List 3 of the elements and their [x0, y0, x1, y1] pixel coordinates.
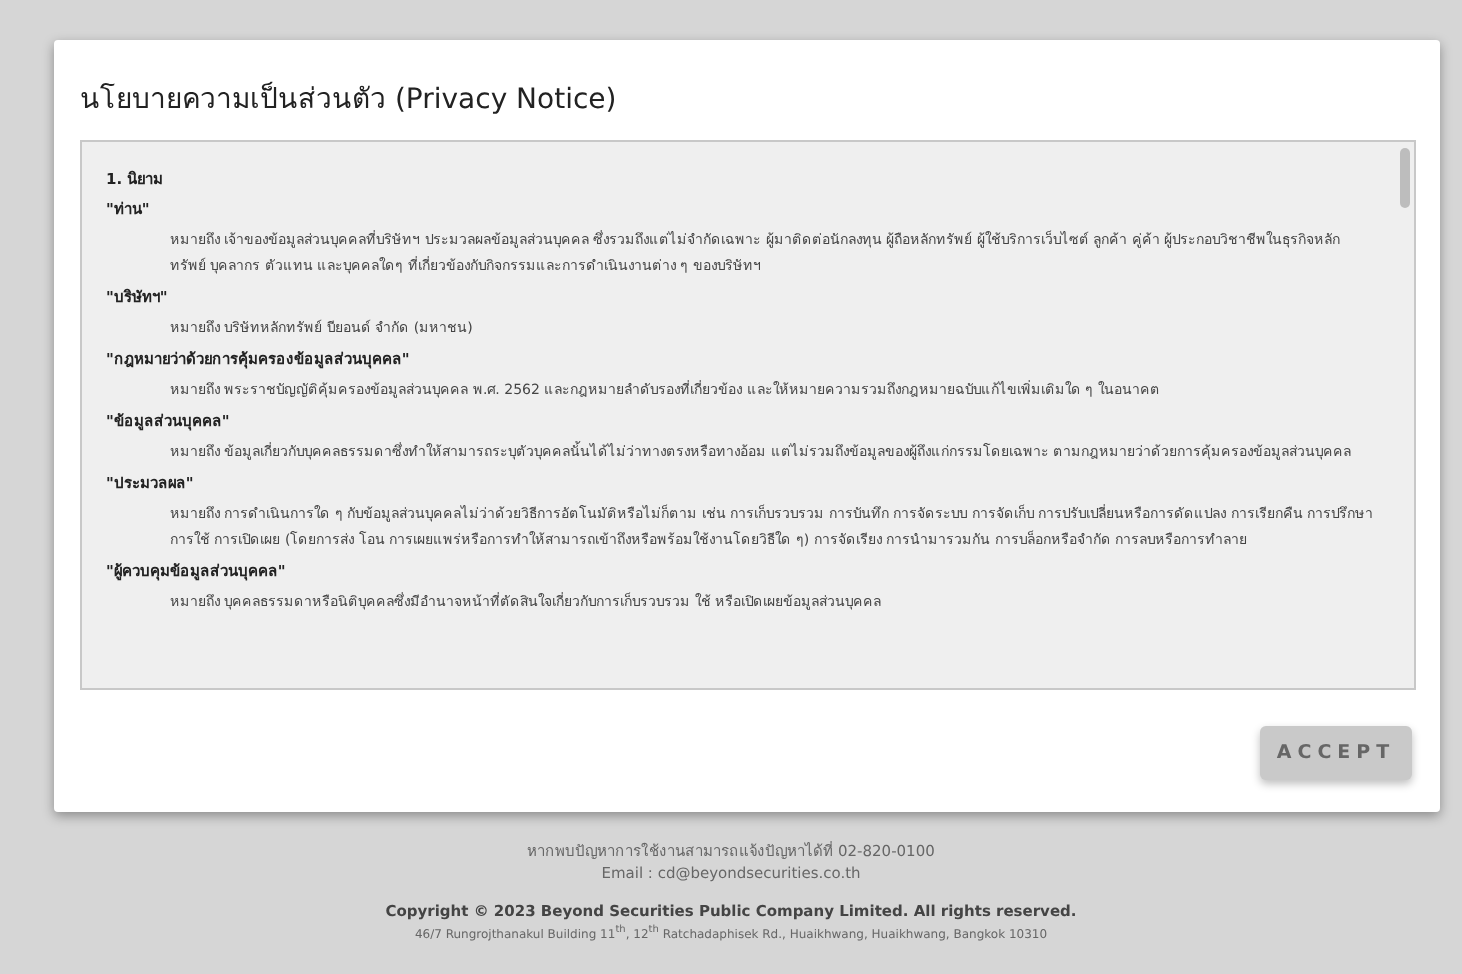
scrollbar-thumb[interactable]	[1400, 148, 1410, 208]
dialog-title: นโยบายความเป็นส่วนตัว (Privacy Notice)	[80, 79, 619, 120]
accept-button[interactable]: ACCEPT	[1260, 726, 1412, 780]
